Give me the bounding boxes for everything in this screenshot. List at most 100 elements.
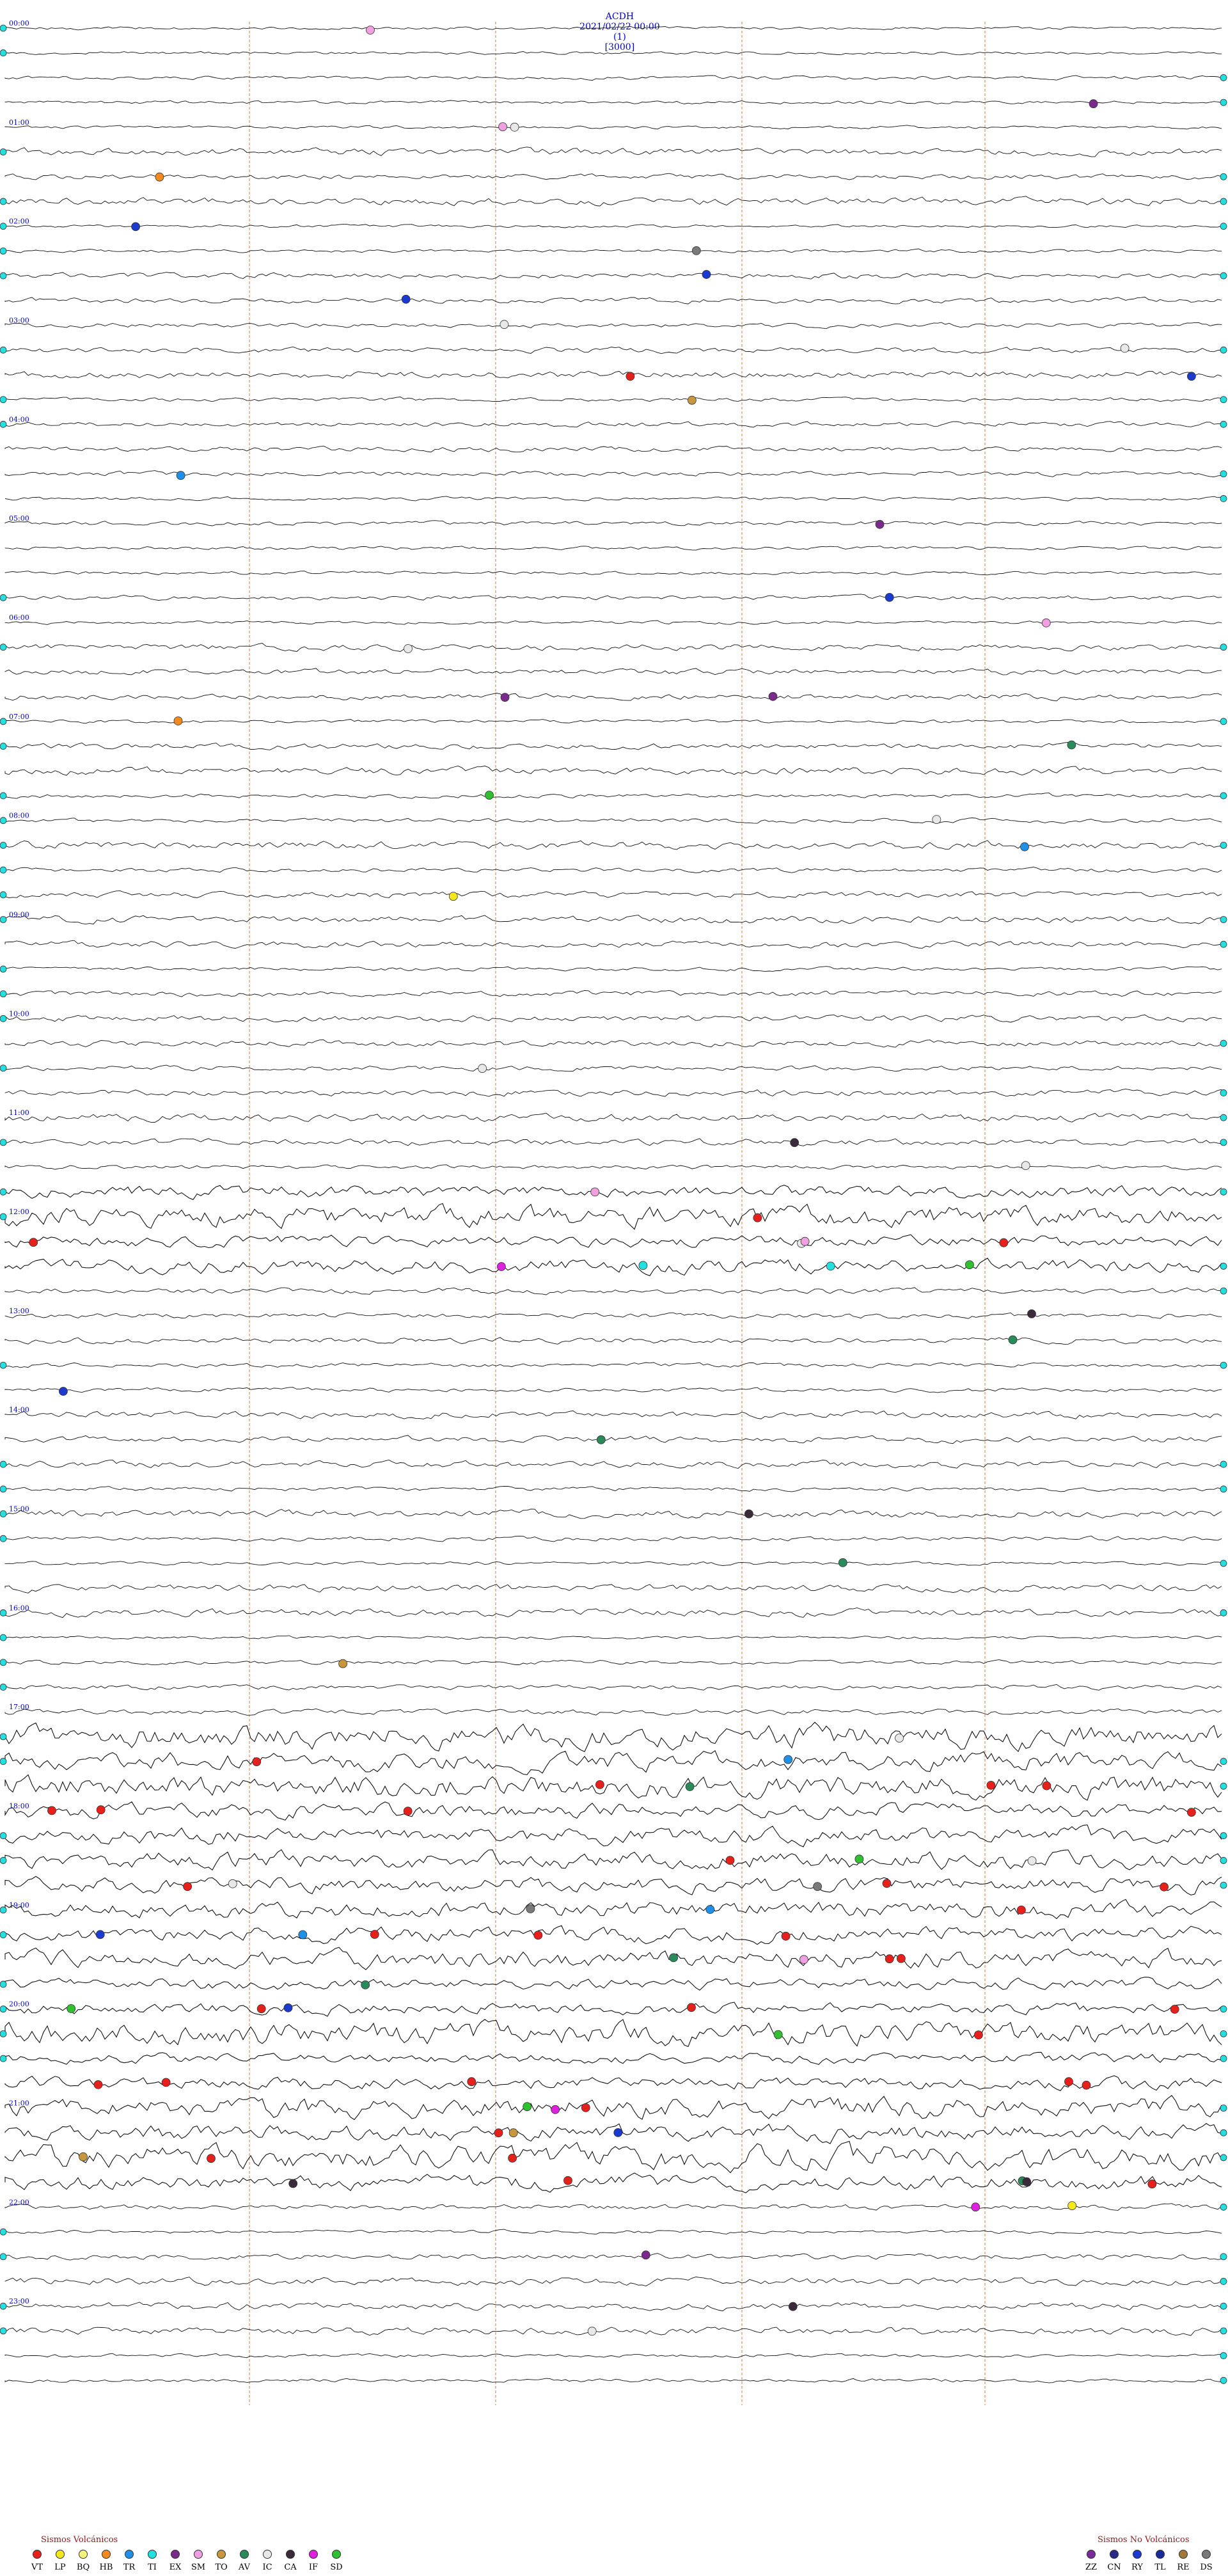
- hour-label: 07:00: [9, 713, 29, 721]
- event-marker-icon: [768, 691, 778, 701]
- trace-line: [4, 546, 1222, 551]
- event-marker-icon: [0, 2030, 7, 2037]
- event-marker-icon: [526, 1904, 535, 1913]
- event-marker-icon: [705, 1905, 715, 1914]
- event-marker-icon: [1220, 198, 1227, 205]
- trace-line: [4, 2122, 1222, 2144]
- event-marker-icon: [595, 1780, 604, 1789]
- legend-label: RY: [1131, 2563, 1143, 2572]
- legend-volcanic-item-sd: SD: [325, 2550, 348, 2572]
- event-marker-icon: [0, 1139, 7, 1146]
- trace-line: [4, 296, 1222, 304]
- event-marker-icon: [401, 294, 411, 304]
- event-marker-icon: [1220, 1089, 1227, 1096]
- legend-dot-icon: [240, 2550, 249, 2559]
- legend-volcanic-items: VT LP BQ HB TR TI EX SM TO AV IC CA IF SD: [26, 2550, 348, 2572]
- legend-volcanic-item-ic: IC: [256, 2550, 279, 2572]
- event-marker-icon: [691, 246, 701, 255]
- legend-label: AV: [238, 2563, 251, 2572]
- legend-label: HB: [99, 2563, 113, 2572]
- event-marker-icon: [1220, 1263, 1227, 1270]
- event-marker-icon: [1067, 2201, 1077, 2211]
- event-marker-icon: [0, 223, 7, 230]
- event-marker-icon: [897, 1954, 906, 1963]
- hour-label: 08:00: [9, 812, 29, 820]
- event-marker-icon: [176, 471, 185, 480]
- event-marker-icon: [999, 1238, 1009, 1247]
- event-marker-icon: [183, 1882, 193, 1892]
- hour-label: 05:00: [9, 514, 29, 523]
- trace-line: [4, 668, 1222, 676]
- hour-label: 17:00: [9, 1703, 29, 1711]
- trace-line: [4, 1824, 1222, 1847]
- event-marker-icon: [467, 2077, 476, 2087]
- event-marker-icon: [669, 1953, 678, 1963]
- event-marker-icon: [563, 2176, 572, 2185]
- event-marker-icon: [0, 1931, 7, 1938]
- legend-dot-icon: [332, 2550, 341, 2559]
- seismogram-plot: 00:00 01:00 02:00 03:00 04:00 05:00 06:00 07:00…: [0, 19, 1227, 2405]
- legend-label: LP: [54, 2563, 66, 2572]
- event-marker-icon: [0, 1064, 7, 1072]
- event-marker-icon: [626, 372, 635, 381]
- trace-line: [4, 346, 1222, 354]
- trace-line: [4, 1088, 1222, 1097]
- event-marker-icon: [1220, 1460, 1227, 1468]
- legend-nonvolcanic-item-ds: DS: [1195, 2550, 1218, 2572]
- trace-line: [4, 51, 1222, 56]
- hour-label: 11:00: [9, 1109, 29, 1117]
- event-marker-icon: [1170, 2005, 1179, 2014]
- legend-volcanic-title: Sismos Volcánicos: [41, 2535, 118, 2545]
- event-marker-icon: [986, 1780, 996, 1790]
- event-marker-icon: [67, 2004, 76, 2013]
- event-marker-icon: [1041, 618, 1051, 628]
- event-marker-icon: [498, 122, 507, 132]
- event-marker-icon: [838, 1558, 847, 1567]
- legend-dot-icon: [125, 2550, 134, 2559]
- event-marker-icon: [1089, 99, 1098, 109]
- event-marker-icon: [1082, 2080, 1091, 2090]
- trace-line: [4, 520, 1222, 526]
- event-marker-icon: [0, 1758, 7, 1765]
- event-marker-icon: [1067, 740, 1076, 750]
- trace-line: [4, 1064, 1222, 1072]
- trace-line: [4, 1234, 1222, 1249]
- event-marker-icon: [0, 2302, 7, 2310]
- event-marker-icon: [781, 1931, 791, 1941]
- legend-label: EX: [169, 2563, 182, 2572]
- event-marker-icon: [1220, 1114, 1227, 1121]
- trace-line: [4, 1387, 1222, 1393]
- event-marker-icon: [0, 1485, 7, 1493]
- hour-label: 19:00: [9, 1901, 29, 1909]
- event-marker-icon: [0, 1634, 7, 1641]
- event-marker-icon: [298, 1930, 308, 1940]
- trace-line: [4, 496, 1222, 502]
- trace-line: [4, 2095, 1222, 2121]
- trace-line: [4, 2019, 1222, 2048]
- trace-line: [4, 470, 1222, 477]
- trace-line: [4, 397, 1222, 402]
- event-marker-icon: [885, 1954, 894, 1964]
- legend-dot-icon: [309, 2550, 318, 2559]
- event-marker-icon: [1147, 2179, 1157, 2189]
- event-marker-icon: [725, 1856, 735, 1865]
- event-marker-icon: [0, 346, 7, 354]
- legend-nonvolcanic-item-re: RE: [1172, 2550, 1195, 2572]
- event-marker-icon: [1220, 346, 1227, 354]
- legend-volcanic-item-ti: TI: [141, 2550, 164, 2572]
- trace-line: [4, 1608, 1222, 1618]
- event-marker-icon: [1008, 1335, 1018, 1345]
- trace-line: [4, 146, 1222, 157]
- legend-dot-icon: [148, 2550, 157, 2559]
- event-marker-icon: [753, 1213, 762, 1222]
- legend-nonvolcanic-item-ry: RY: [1126, 2550, 1149, 2572]
- hour-label: 22:00: [9, 2198, 29, 2206]
- hour-label: 04:00: [9, 415, 29, 423]
- trace-line: [4, 224, 1222, 228]
- event-marker-icon: [207, 2154, 216, 2163]
- trace-line: [4, 643, 1222, 652]
- trace-line: [4, 2302, 1222, 2312]
- trace-line: [4, 75, 1222, 81]
- event-marker-icon: [0, 1659, 7, 1666]
- event-marker-icon: [366, 26, 375, 35]
